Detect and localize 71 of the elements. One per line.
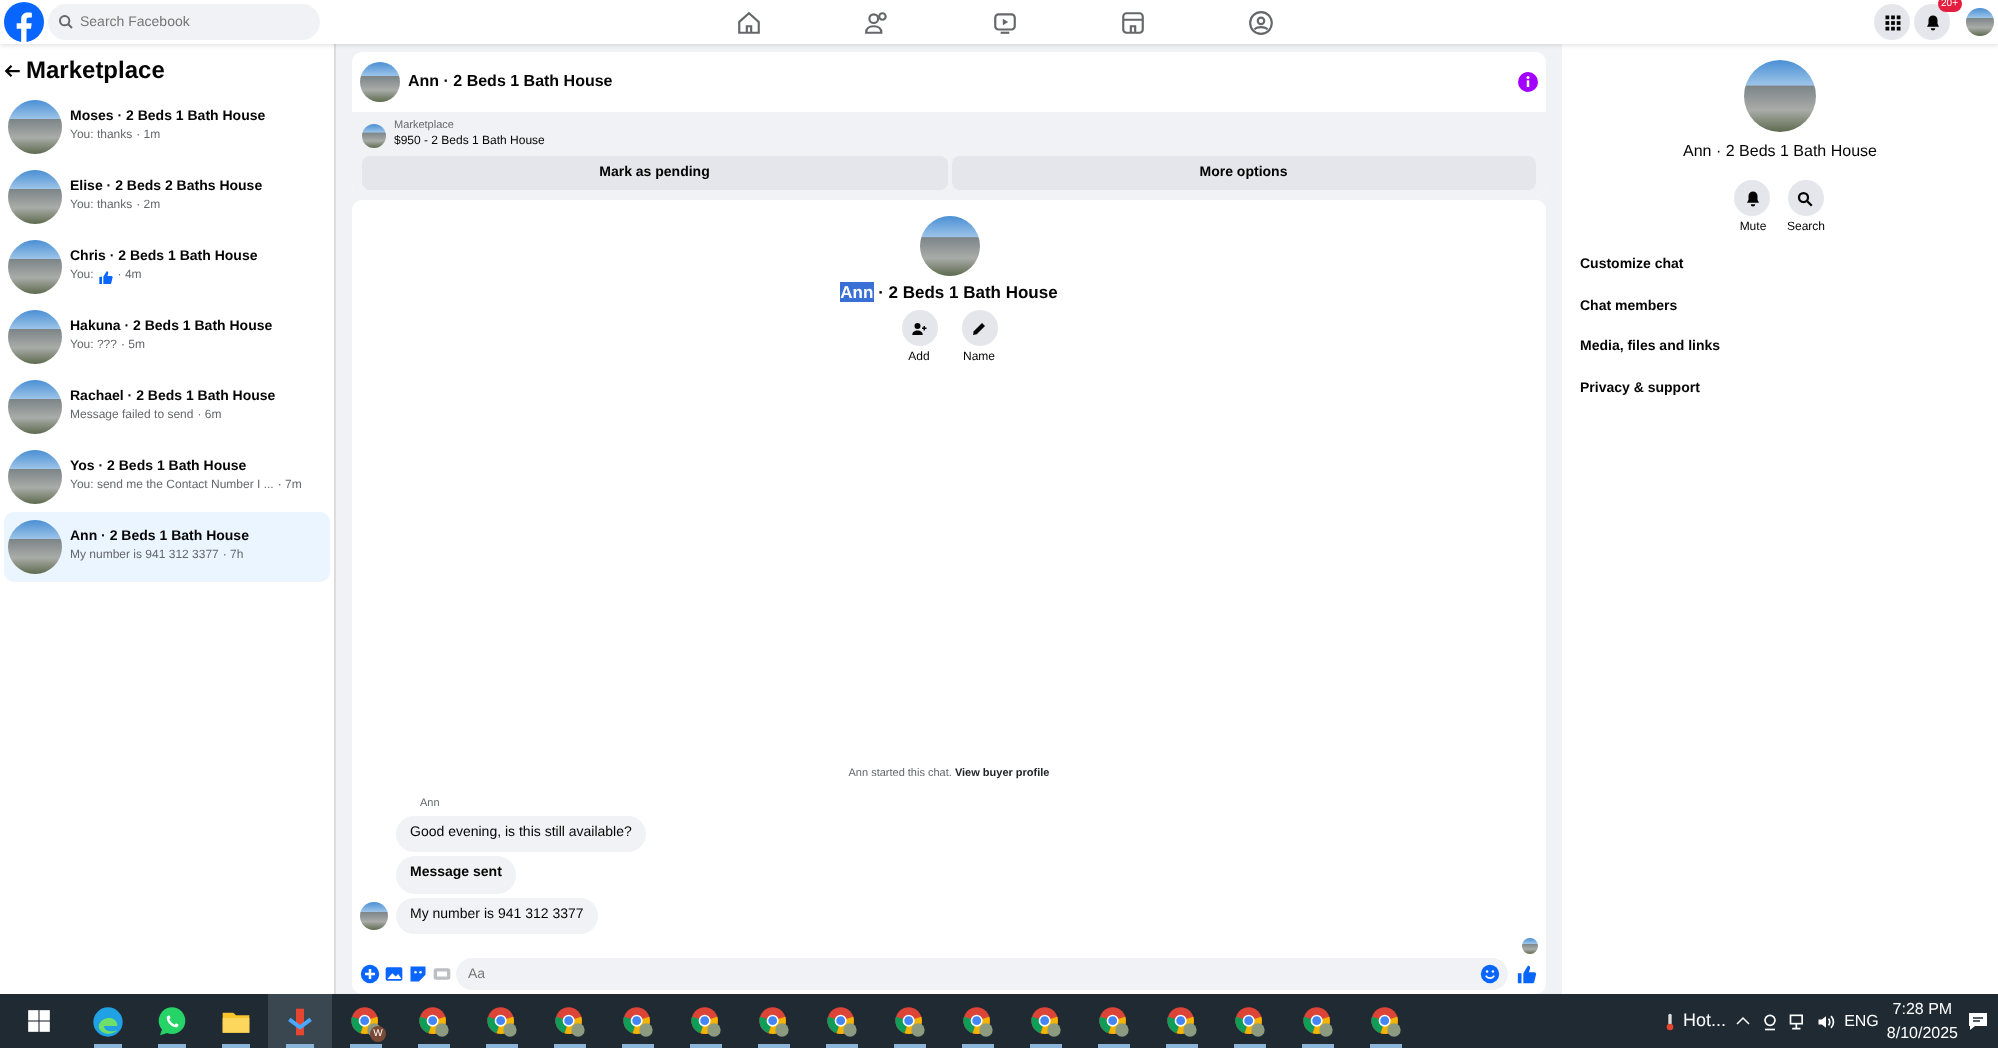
network-icon[interactable] — [1788, 1011, 1809, 1031]
chrome-icon — [1302, 1005, 1334, 1037]
chrome-icon — [1370, 1005, 1402, 1037]
chrome-icon — [894, 1005, 926, 1037]
bell-icon — [1923, 13, 1941, 31]
photo-placeholder — [919, 216, 979, 277]
photo-placeholder — [1744, 60, 1816, 132]
menu-button[interactable] — [1874, 4, 1910, 40]
chat-bubble-icon — [156, 1005, 188, 1037]
photo-placeholder — [8, 520, 62, 574]
mute-button[interactable] — [1734, 180, 1771, 216]
back-arrow-icon[interactable] — [4, 61, 22, 79]
search-icon — [1796, 189, 1815, 207]
plus-icon[interactable] — [360, 964, 380, 984]
home-icon[interactable] — [735, 9, 761, 35]
image-icon[interactable] — [384, 964, 404, 984]
windows-icon — [25, 1008, 51, 1034]
chrome-icon — [418, 1005, 450, 1037]
speaker-icon[interactable] — [1816, 1011, 1837, 1031]
details-name: Ann · 2 Beds 1 Bath House — [1683, 140, 1877, 164]
chrome-icon — [622, 1005, 654, 1037]
chrome-icon — [1234, 1005, 1266, 1037]
grid-icon — [1883, 13, 1901, 31]
clock-date[interactable]: 8/10/2025 — [1886, 1021, 1958, 1045]
notification-icon[interactable] — [1966, 1009, 1990, 1033]
weather-text[interactable]: Hot... — [1683, 1007, 1727, 1035]
chrome-icon — [962, 1005, 994, 1037]
taskbar-app[interactable] — [268, 994, 332, 1048]
photo-placeholder — [360, 62, 400, 102]
app-icon — [284, 1005, 316, 1037]
info-icon[interactable] — [1518, 72, 1538, 92]
photo-placeholder — [8, 240, 62, 294]
add-button[interactable] — [901, 310, 937, 346]
photo-placeholder — [8, 450, 62, 504]
language-indicator[interactable]: ENG — [1844, 1009, 1879, 1033]
photo-placeholder — [8, 380, 62, 434]
chrome-icon — [826, 1005, 858, 1037]
seen-avatar — [1522, 938, 1538, 954]
chrome-icon — [758, 1005, 790, 1037]
profile-name: Ann · 2 Beds 1 Bath House — [840, 280, 1058, 306]
profile-photo-placeholder — [1966, 8, 1994, 36]
chrome-icon — [350, 1005, 382, 1037]
clock-time[interactable]: 7:28 PM — [1886, 997, 1958, 1021]
bell-icon — [1743, 189, 1762, 207]
shop-icon[interactable] — [1119, 9, 1145, 35]
chrome-icon — [554, 1005, 586, 1037]
photo-placeholder — [8, 310, 62, 364]
people-icon[interactable] — [863, 9, 889, 35]
video-icon[interactable] — [991, 9, 1017, 35]
search-button[interactable] — [1787, 180, 1824, 216]
sticker-icon[interactable] — [408, 964, 428, 984]
sidebar-title: Marketplace — [26, 54, 165, 88]
thumbs-up-icon[interactable] — [1516, 963, 1538, 985]
chrome-icon — [1098, 1005, 1130, 1037]
chrome-icon — [486, 1005, 518, 1037]
camera-icon[interactable] — [1760, 1011, 1781, 1031]
pencil-icon — [970, 319, 988, 337]
chrome-icon — [1166, 1005, 1198, 1037]
add-person-icon — [910, 319, 928, 337]
name-button[interactable] — [961, 310, 997, 346]
chrome-icon — [690, 1005, 722, 1037]
photo-placeholder — [8, 170, 62, 224]
group-icon[interactable] — [1247, 9, 1273, 35]
chat-title: Ann · 2 Beds 1 Bath House — [408, 70, 613, 94]
edge-icon — [92, 1005, 124, 1037]
notifications-button[interactable] — [1914, 4, 1950, 40]
search-icon — [58, 14, 74, 30]
photo-placeholder — [362, 123, 386, 148]
photo-placeholder — [8, 100, 62, 154]
chrome-icon — [1030, 1005, 1062, 1037]
chevron-up-icon[interactable] — [1734, 1012, 1753, 1030]
